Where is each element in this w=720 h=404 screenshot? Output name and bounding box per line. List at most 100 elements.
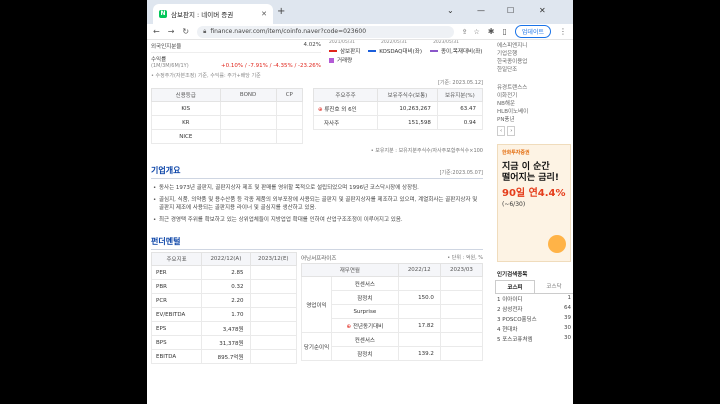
browser-tab[interactable]: N 삼보판지 : 네이버 증권 ✕	[153, 4, 273, 24]
new-tab-icon[interactable]: +	[277, 6, 285, 17]
return-row: 수익률 (1M/3M/6M/1Y) +0.10% / -7.91% / -4.3…	[151, 53, 321, 71]
expand-plus-icon[interactable]: ⊕	[346, 324, 351, 330]
earnings-surprise-block: 어닝서프라이즈 • 단위 : 억원, % 재무연월 2022/12 2023/0…	[301, 252, 484, 364]
list-item[interactable]: 2 삼성전자 64	[495, 304, 573, 314]
col-header: 보유지분(%)	[436, 87, 484, 103]
col-header: CP	[275, 88, 304, 102]
list-item[interactable]: 유경트랜스스	[497, 84, 571, 92]
table-row[interactable]: ⊕ 류진호 외 6인 10,263,267 63.47	[312, 101, 484, 117]
return-periods: (1M/3M/6M/1Y)	[151, 63, 189, 69]
foreign-label: 외국인지분율	[151, 44, 182, 50]
col-header: 신용등급	[151, 88, 221, 102]
list-item[interactable]: 한일단조	[497, 66, 571, 74]
group-label: 당기순이익	[301, 332, 332, 361]
list-item[interactable]: 에스피엔지니	[497, 42, 571, 50]
tab-kosdaq[interactable]: 코스닥	[535, 280, 573, 293]
forward-icon[interactable]: →	[168, 27, 175, 36]
section-title: 펀더멘털	[151, 237, 181, 246]
back-icon[interactable]: ←	[153, 27, 160, 36]
col-header: BOND	[219, 88, 277, 102]
col-header: 주요주주	[312, 87, 379, 103]
prev-icon[interactable]: ‹	[497, 126, 506, 136]
overview-bullet: 골심지, 식품, 의약품 및 용수산품 등 각종 제품의 외부포장에 사용되는 …	[151, 194, 483, 214]
list-item[interactable]: 기업은행	[497, 50, 571, 58]
address-bar[interactable]: 🔒︎ finance.naver.com/item/coinfo.naver?c…	[197, 25, 454, 38]
news-list: 에스피엔지니 기업은행 한국종이용업 한일단조	[495, 40, 573, 76]
ad-logo: 한화투자증권	[502, 150, 530, 156]
col-header: 2022/12	[397, 263, 441, 277]
chart-legend-area: 2021/05/31 2022/05/31 2023/05/31 삼보판지 KO…	[329, 40, 487, 70]
trend-title: 인기검색종목	[497, 272, 528, 278]
earnings-surprise-table: 재무연월 2022/12 2023/03 영업이익 컨센서스 잠정치 150.0 …	[301, 263, 484, 361]
shareholder-footnote: • 보유지분 : 보유지분주식수/자사주포함주식수×100	[370, 148, 483, 154]
menu-kebab-icon[interactable]: ⋮	[559, 27, 567, 36]
right-sidebar: 에스피엔지니 기업은행 한국종이용업 한일단조 유경트랜스스 이화전기 NB해운…	[495, 40, 573, 404]
maximize-icon[interactable]: ☐	[507, 6, 514, 15]
return-values: +0.10% / -7.91% / -4.35% / -23.26%	[221, 63, 321, 69]
reload-icon[interactable]: ↻	[182, 27, 189, 36]
expand-plus-icon[interactable]: ⊕	[318, 107, 323, 113]
close-window-icon[interactable]: ✕	[539, 6, 546, 15]
table-row: EPS 3,478원	[150, 321, 298, 336]
col-header: 2023/12(E)	[249, 252, 298, 266]
table-row: 당기순이익 컨센서스	[301, 332, 484, 361]
company-date: [기준:2023.05.07]	[439, 170, 483, 176]
list-item[interactable]: 이화전기	[497, 92, 571, 100]
list-item[interactable]: HLB이노베이	[497, 108, 571, 116]
ad-banner[interactable]: 한화투자증권 지금 이 순간 떨어지는 금리! 90일 연4.4% (~6/30…	[497, 144, 571, 262]
list-item[interactable]: 1 이아이디 1	[495, 294, 573, 304]
company-overview-body: 동사는 1973년 골판지, 골판지상자 제조 및 판매를 영위할 목적으로 설…	[151, 179, 483, 232]
legend-item: 삼보판지	[329, 47, 360, 55]
table-row: NICE	[151, 129, 304, 144]
table-row: BPS 31,378원	[150, 335, 298, 350]
table-row: EV/EBITDA 1.70	[150, 307, 298, 322]
table-row: PBR 0.32	[150, 279, 298, 294]
tab-kospi[interactable]: 코스피	[495, 280, 535, 293]
tab-close-icon[interactable]: ✕	[261, 10, 267, 18]
shareholder-date: [기준: 2023.05.12]	[437, 80, 483, 86]
chart-date: 2021/05/31	[329, 40, 355, 45]
col-header: 재무연월	[301, 263, 399, 277]
earnings-caption: 어닝서프라이즈	[301, 255, 337, 262]
minimize-icon[interactable]: —	[477, 6, 485, 15]
fundamental-header: 펀더멘털	[151, 232, 483, 250]
update-button[interactable]: 업데이트	[514, 25, 551, 38]
chart-date: 2023/05/31	[433, 40, 459, 45]
list-item[interactable]: 5 포스코퓨처엠 30	[495, 334, 573, 344]
naver-favicon-icon: N	[159, 10, 167, 18]
dropdown-icon[interactable]: ⌄	[447, 6, 454, 15]
left-black-margin	[0, 0, 147, 404]
url-text: finance.naver.com/item/coinfo.naver?code…	[210, 28, 367, 35]
key-indicator-table: 주요지표 2022/12(A) 2023/12(E) PER 2.85 PBR 0.…	[150, 252, 298, 364]
list-item[interactable]: PN풍년	[497, 116, 571, 124]
trend-tabs: 코스피 코스닥	[495, 280, 573, 294]
credit-shareholder-row: 신용등급 BOND CP KIS KR NICE 주요주주 보유주식수(보통) …	[151, 87, 484, 144]
extensions-icon[interactable]: ✱	[488, 27, 495, 36]
tab-bar: N 삼보판지 : 네이버 증권 ✕ + ⌄ — ☐ ✕	[147, 0, 573, 24]
ad-headline: 지금 이 순간 떨어지는 금리!	[502, 162, 559, 183]
browser-toolbar: ← → ↻ 🔒︎ finance.naver.com/item/coinfo.n…	[147, 24, 573, 40]
coin-icon	[548, 235, 566, 253]
list-item[interactable]: NB해운	[497, 100, 571, 108]
related-list: 유경트랜스스 이화전기 NB해운 HLB이노베이 PN풍년 ‹ ›	[495, 82, 573, 138]
list-item[interactable]: 3 POSCO홀딩스 39	[495, 314, 573, 324]
table-row: 영업이익 컨센서스	[301, 276, 484, 333]
sidepanel-icon[interactable]: ▯	[503, 27, 507, 36]
top-summary: 외국인지분율 4.02% 수익률 (1M/3M/6M/1Y) +0.10% / …	[151, 40, 483, 79]
table-row: EBITDA 895.7억원	[150, 349, 298, 364]
credit-table: 신용등급 BOND CP KIS KR NICE	[151, 88, 304, 144]
popular-search-box: 인기검색종목 코스피 코스닥 1 이아이디 1 2 삼성전자 64 3 POSCO홀…	[495, 268, 573, 344]
chart-date: 2022/05/31	[381, 40, 407, 45]
list-item[interactable]: 4 현대차 30	[495, 324, 573, 334]
unit-note: • 단위 : 억원, %	[447, 255, 483, 261]
next-icon[interactable]: ›	[507, 126, 516, 136]
overview-bullet: 동사는 1973년 골판지, 골판지상자 제조 및 판매를 영위할 목적으로 설…	[151, 182, 483, 194]
col-header: 2023/03	[439, 263, 484, 277]
main-column: 외국인지분율 4.02% 수익률 (1M/3M/6M/1Y) +0.10% / …	[147, 40, 487, 404]
chart-legend: 삼보판지 KOSDAQ대비(좌) 종이,목재대비(좌) 거래량	[329, 47, 487, 64]
share-icon[interactable]: ⇪	[462, 28, 468, 36]
bookmark-star-icon[interactable]: ☆	[474, 28, 480, 36]
group-label: 영업이익	[301, 276, 332, 333]
return-note: • 수정주가(자본조정) 기준, 수익률: 주가+배당 기준	[151, 73, 261, 79]
list-item[interactable]: 한국종이용업	[497, 58, 571, 66]
